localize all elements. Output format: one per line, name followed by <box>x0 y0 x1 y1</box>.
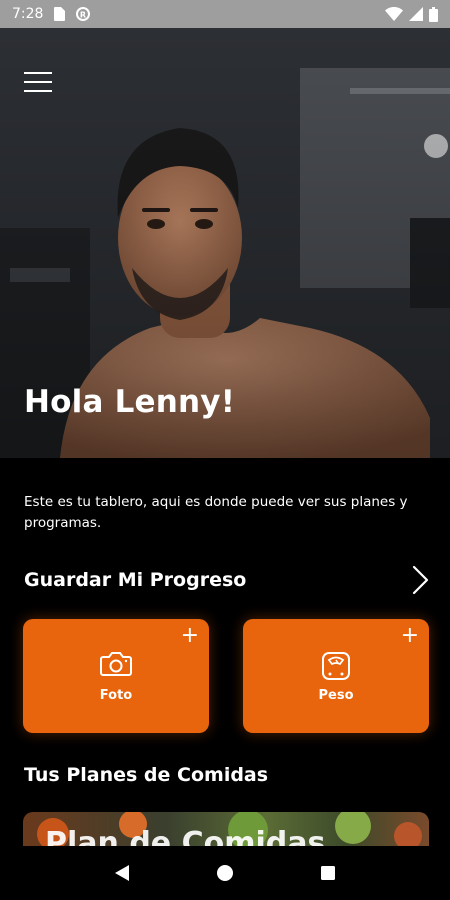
camera-icon <box>23 651 209 677</box>
sim-card-icon <box>53 7 66 21</box>
add-photo-icon[interactable]: + <box>181 625 199 647</box>
progress-section-header[interactable]: Guardar Mi Progreso <box>24 565 432 595</box>
signal-icon <box>409 7 423 21</box>
photo-card-label: Foto <box>99 688 133 703</box>
home-circle-icon[interactable] <box>210 858 240 888</box>
meal-section-title: Tus Planes de Comidas <box>24 764 269 786</box>
meal-section-header: Tus Planes de Comidas <box>24 764 432 786</box>
intro-text: Este es tu tablero, aqui es donde puede … <box>24 494 408 531</box>
progress-cards: + Foto + Peso <box>23 619 429 733</box>
back-triangle-icon[interactable] <box>107 858 137 888</box>
photo-card[interactable]: + Foto <box>23 619 209 733</box>
status-time: 7:28 <box>12 6 44 22</box>
greeting-title: Hola Lenny! <box>24 384 236 420</box>
weight-card[interactable]: + Peso <box>243 619 429 733</box>
status-bar: 7:28 R <box>0 0 450 28</box>
progress-section-title: Guardar Mi Progreso <box>24 569 247 591</box>
chevron-right-icon[interactable] <box>408 565 432 595</box>
battery-icon <box>429 6 438 22</box>
wifi-icon <box>385 7 403 21</box>
meal-plan-card[interactable]: Plan de Comidas <box>23 812 429 846</box>
hamburger-menu-icon[interactable] <box>24 72 52 94</box>
system-nav-bar <box>0 846 450 900</box>
scale-icon <box>243 651 429 681</box>
data-saver-icon: R <box>75 6 91 22</box>
add-weight-icon[interactable]: + <box>401 625 419 647</box>
svg-text:R: R <box>80 11 86 20</box>
hero-banner: Hola Lenny! <box>0 28 450 458</box>
recents-square-icon[interactable] <box>313 858 343 888</box>
meal-plan-card-title: Plan de Comidas <box>45 826 326 846</box>
weight-card-label: Peso <box>318 688 354 703</box>
